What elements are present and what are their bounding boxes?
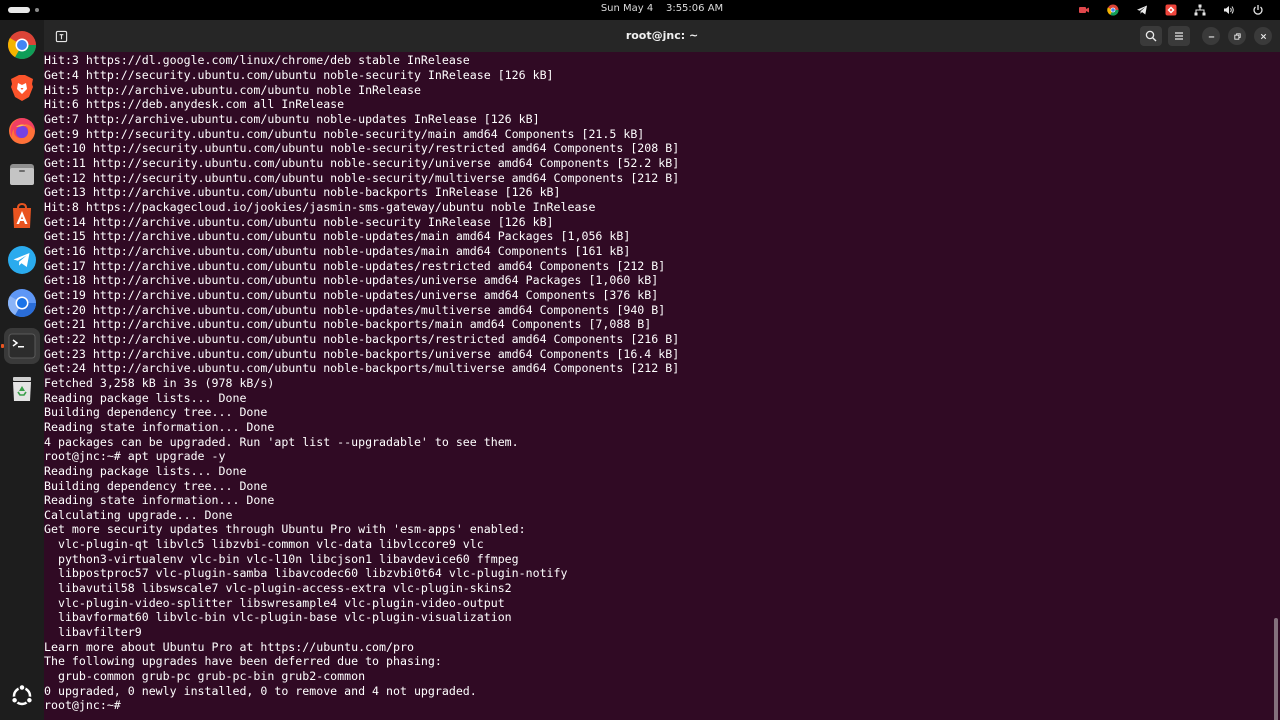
dock-item-telegram[interactable] (4, 242, 40, 278)
terminal-line: Get:13 http://archive.ubuntu.com/ubuntu … (44, 185, 561, 200)
dock-item-chrome[interactable] (4, 27, 40, 63)
terminal-line: Get:19 http://archive.ubuntu.com/ubuntu … (44, 287, 659, 302)
terminal-line: Get:4 http://security.ubuntu.com/ubuntu … (44, 68, 554, 83)
terminal-line: Get:12 http://security.ubuntu.com/ubuntu… (44, 170, 680, 185)
dock-item-brave[interactable] (4, 70, 40, 106)
trash-icon (13, 377, 31, 401)
terminal-line: Get:21 http://archive.ubuntu.com/ubuntu … (44, 317, 652, 332)
terminal-line: root@jnc:~# apt upgrade -y (44, 449, 226, 464)
terminal-line: Get more security updates through Ubuntu… (44, 522, 526, 537)
network-icon[interactable] (1185, 3, 1214, 17)
chrome-icon[interactable] (1098, 3, 1127, 17)
terminal-line: Reading package lists... Done (44, 463, 247, 478)
search-icon (1145, 30, 1157, 42)
terminal-line: Reading package lists... Done (44, 390, 247, 405)
terminal-line: The following upgrades have been deferre… (44, 654, 442, 669)
terminal-line: Get:9 http://security.ubuntu.com/ubuntu … (44, 126, 645, 141)
show-apps-button[interactable] (4, 678, 40, 714)
terminal-line: Calculating upgrade... Done (44, 507, 233, 522)
terminal-line: Hit:6 https://deb.anydesk.com all InRele… (44, 97, 345, 112)
terminal-line: Learn more about Ubuntu Pro at https://u… (44, 639, 414, 654)
terminal-line: 0 upgraded, 0 newly installed, 0 to remo… (44, 683, 477, 698)
terminal-line: Hit:5 http://archive.ubuntu.com/ubuntu n… (44, 82, 421, 97)
brave-icon (11, 75, 33, 101)
terminal-line: Get:15 http://archive.ubuntu.com/ubuntu … (44, 229, 631, 244)
terminal-line: Building dependency tree... Done (44, 405, 268, 420)
terminal-line: Get:23 http://archive.ubuntu.com/ubuntu … (44, 346, 680, 361)
menu-icon (1175, 32, 1183, 40)
terminal-line: libavformat60 libvlc-bin vlc-plugin-base… (44, 610, 512, 625)
terminal-line: Get:24 http://archive.ubuntu.com/ubuntu … (44, 361, 680, 376)
running-indicator (1, 344, 4, 348)
dock-item-terminal[interactable] (1, 328, 40, 364)
search-button[interactable] (1140, 26, 1162, 46)
maximize-button[interactable] (1228, 27, 1246, 45)
terminal-output[interactable]: Hit:3 https://dl.google.com/linux/chrome… (44, 52, 1280, 720)
top-bar: Sun May 4 3:55:06 AM (0, 0, 1280, 20)
close-icon (1260, 33, 1266, 39)
app-center-icon (13, 202, 31, 228)
terminal-line: Get:11 http://security.ubuntu.com/ubuntu… (44, 156, 680, 171)
terminal-line: Get:16 http://archive.ubuntu.com/ubuntu … (44, 244, 631, 258)
telegram-icon[interactable] (1127, 3, 1156, 17)
dock-item-app-center[interactable] (4, 199, 40, 235)
terminal-line: Fetched 3,258 kB in 3s (978 kB/s) (44, 375, 275, 390)
terminal-line: Building dependency tree... Done (44, 478, 268, 493)
terminal-line: Get:22 http://archive.ubuntu.com/ubuntu … (44, 331, 680, 346)
volume-icon[interactable] (1214, 3, 1243, 17)
terminal-line: Get:14 http://archive.ubuntu.com/ubuntu … (44, 214, 554, 229)
terminal-line: Reading state information... Done (44, 419, 275, 434)
terminal-line: libavutil58 libswscale7 vlc-plugin-acces… (44, 581, 512, 596)
minimize-button[interactable] (1202, 27, 1220, 45)
dock-item-files[interactable] (4, 156, 40, 192)
terminal-line: vlc-plugin-qt libvlc5 libzvbi-common vlc… (44, 537, 484, 552)
chromium-icon (8, 289, 36, 317)
terminal-lines: Hit:3 https://dl.google.com/linux/chrome… (44, 53, 1264, 713)
terminal-line: Get:17 http://archive.ubuntu.com/ubuntu … (44, 258, 666, 273)
terminal-line: Hit:3 https://dl.google.com/linux/chrome… (44, 53, 470, 68)
terminal-line: python3-virtualenv vlc-bin vlc-l10n libc… (44, 551, 519, 566)
firefox-icon (9, 118, 35, 144)
terminal-window: root@jnc: ~ Hit:3 https://dl.google.com/… (44, 20, 1280, 720)
terminal-line: Get:7 http://archive.ubuntu.com/ubuntu n… (44, 112, 540, 127)
dock-item-trash[interactable] (4, 371, 40, 407)
files-icon (10, 164, 34, 185)
terminal-line: Hit:8 https://packagecloud.io/jookies/ja… (44, 200, 596, 215)
maximize-icon (1233, 32, 1241, 40)
terminal-line: Get:20 http://archive.ubuntu.com/ubuntu … (44, 302, 666, 317)
dock (0, 20, 44, 720)
terminal-line: Get:18 http://archive.ubuntu.com/ubuntu … (44, 273, 659, 288)
minimize-icon (1208, 35, 1214, 37)
terminal-line: grub-common grub-pc grub-pc-bin grub2-co… (44, 669, 366, 684)
close-button[interactable] (1254, 27, 1272, 45)
terminal-line: vlc-plugin-video-splitter libswresample4… (44, 595, 505, 610)
scrollbar[interactable] (1274, 618, 1278, 720)
system-tray (1069, 3, 1272, 17)
title-bar[interactable]: root@jnc: ~ (44, 20, 1280, 52)
terminal-line: libpostproc57 vlc-plugin-samba libavcode… (44, 566, 568, 581)
window-title: root@jnc: ~ (625, 29, 699, 42)
terminal-line: Get:10 http://security.ubuntu.com/ubuntu… (44, 141, 680, 156)
terminal-line: 4 packages can be upgraded. Run 'apt lis… (44, 434, 519, 449)
dock-item-chromium[interactable] (4, 285, 40, 321)
ubuntu-logo-icon (10, 683, 34, 706)
power-icon[interactable] (1243, 3, 1272, 17)
menu-button[interactable] (1168, 26, 1190, 46)
terminal-line: Reading state information... Done (44, 493, 275, 508)
terminal-line: root@jnc:~# (44, 698, 128, 713)
dock-item-firefox[interactable] (4, 113, 40, 149)
screen-record-icon[interactable] (1069, 3, 1098, 17)
terminal-line: libavfilter9 (44, 625, 142, 640)
telegram-icon (8, 246, 36, 274)
terminal-icon (8, 333, 36, 359)
chrome-icon (8, 31, 36, 59)
anydesk-icon[interactable] (1156, 3, 1185, 17)
